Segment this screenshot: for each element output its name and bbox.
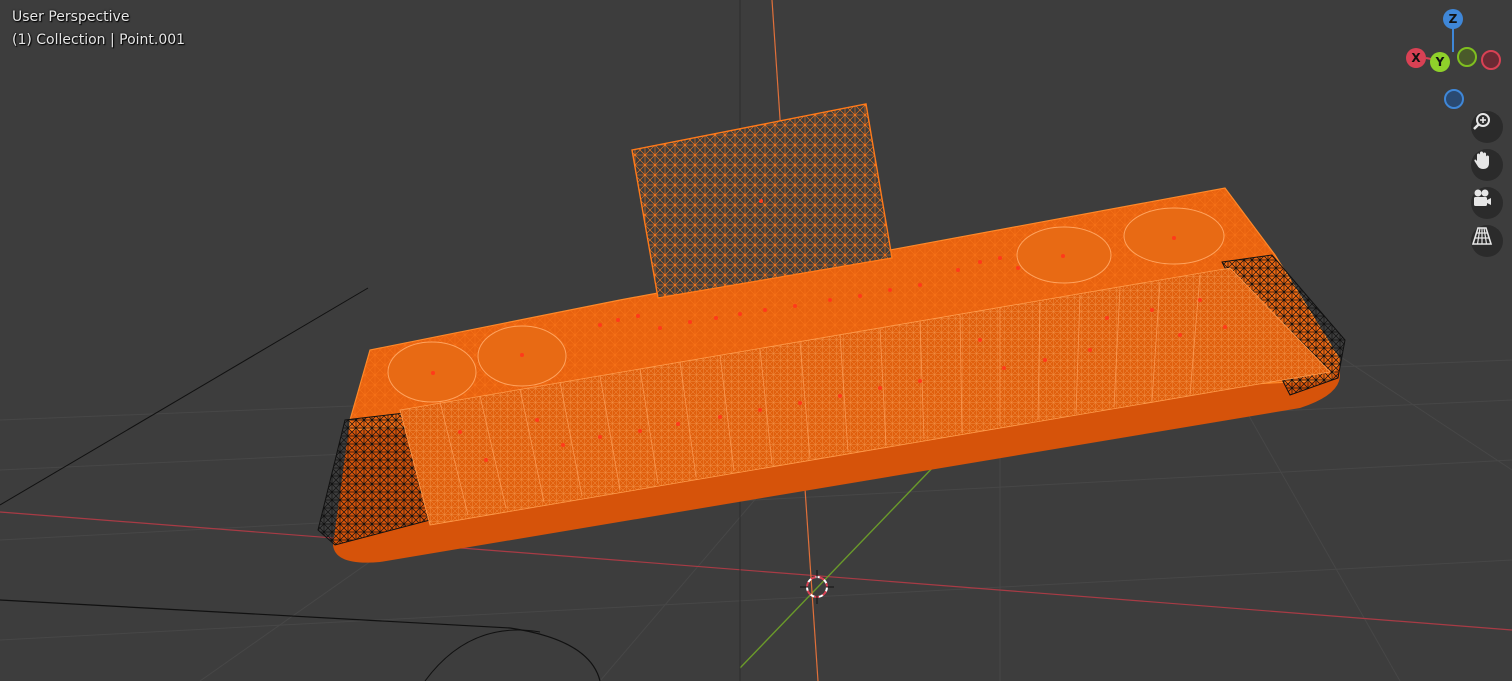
black-edge-line	[0, 287, 369, 506]
zoom-button[interactable]	[1471, 111, 1503, 143]
gizmo-y-axis[interactable]: Y	[1430, 52, 1450, 72]
gizmo-z-axis[interactable]: Z	[1443, 9, 1463, 29]
pan-button[interactable]	[1471, 149, 1503, 181]
gizmo-x-axis[interactable]: X	[1406, 48, 1426, 68]
gizmo-neg-x-axis[interactable]	[1481, 50, 1501, 70]
perspective-toggle-button[interactable]	[1471, 225, 1503, 257]
grid-perspective-icon	[1471, 227, 1493, 245]
viewport-scene	[0, 0, 1512, 681]
camera-view-button[interactable]	[1471, 187, 1503, 219]
black-curve	[0, 599, 601, 681]
gizmo-neg-y-axis[interactable]	[1457, 47, 1477, 67]
camera-icon	[1474, 189, 1491, 206]
black-arc	[424, 629, 541, 681]
hand-pan-icon	[1474, 151, 1489, 169]
object-info-label: (1) Collection | Point.001	[12, 32, 186, 48]
zoom-icon	[1473, 113, 1490, 130]
view-name-label: User Perspective	[12, 9, 130, 25]
3d-viewport[interactable]: User Perspective (1) Collection | Point.…	[0, 0, 1512, 681]
gizmo-neg-z-axis[interactable]	[1444, 89, 1464, 109]
